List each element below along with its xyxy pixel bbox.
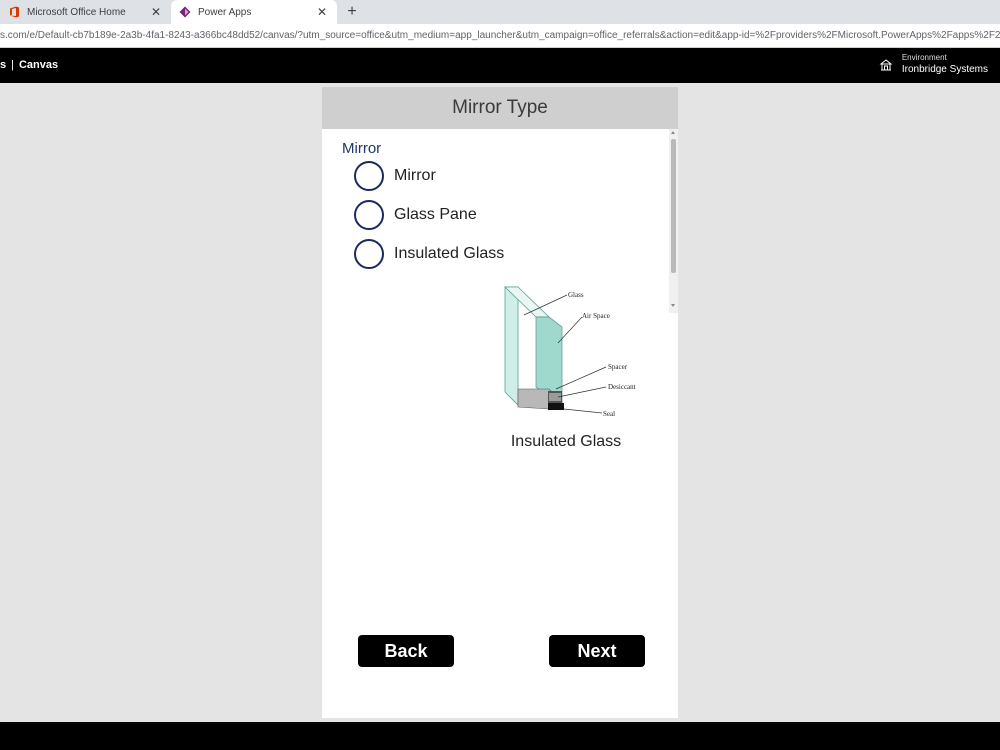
url-text[interactable]: s.com/e/Default-cb7b189e-2a3b-4fa1-8243-… [0, 24, 1000, 48]
image-caption: Insulated Glass [510, 433, 622, 450]
radio-circle[interactable] [354, 200, 384, 230]
powerapps-icon [179, 6, 191, 18]
scroll-up-icon[interactable] [671, 131, 675, 134]
environment-name: Ironbridge Systems [901, 64, 988, 75]
tab-title: Microsoft Office Home [27, 6, 126, 18]
diagram-label-seal: Seal [603, 410, 615, 418]
close-tab-icon[interactable]: ✕ [315, 5, 329, 19]
radio-label: Glass Pane [394, 206, 477, 223]
radio-label: Insulated Glass [394, 245, 505, 262]
environment-label: Environment [901, 53, 947, 62]
radio-label: Mirror [394, 167, 436, 184]
radio-option-insulated-glass[interactable]: Insulated Glass [354, 239, 504, 269]
back-button[interactable]: Back [358, 635, 454, 667]
next-button[interactable]: Next [549, 635, 645, 667]
radio-group-label: Mirror [342, 140, 382, 157]
radio-option-glass-pane[interactable]: Glass Pane [354, 200, 477, 230]
scrollbar-thumb[interactable] [671, 139, 676, 273]
address-bar[interactable]: s.com/e/Default-cb7b189e-2a3b-4fa1-8243-… [0, 24, 1000, 48]
browser-tab-strip: Microsoft Office Home ✕ Power Apps ✕ + [0, 0, 1000, 24]
radio-circle[interactable] [354, 239, 384, 269]
scroll-down-icon[interactable] [671, 304, 675, 307]
screen-title: Mirror Type [322, 87, 678, 129]
insulated-glass-diagram: Glass Air Space Spacer Desiccant Seal [504, 286, 636, 418]
close-tab-icon[interactable]: ✕ [149, 5, 163, 19]
tab-title: Power Apps [198, 6, 252, 18]
bottom-bar [0, 722, 1000, 750]
environment-labels: Environment Ironbridge Systems [902, 53, 988, 77]
tab-power-apps[interactable]: Power Apps ✕ [171, 0, 337, 24]
app-header: s | Canvas Environment Ironbridge Systems [0, 48, 1000, 83]
scrollbar[interactable] [669, 129, 678, 313]
radio-circle[interactable] [354, 161, 384, 191]
tab-microsoft-office-home[interactable]: Microsoft Office Home ✕ [0, 0, 171, 24]
office-icon [8, 6, 20, 18]
app-screen: Mirror Type Mirror Mirror Glass Pane Ins… [322, 87, 678, 718]
breadcrumb: s | Canvas [0, 48, 58, 83]
diagram-label-desiccant: Desiccant [608, 383, 636, 391]
breadcrumb-separator: | [11, 59, 14, 71]
diagram-label-spacer: Spacer [608, 363, 628, 371]
diagram-label-air-space: Air Space [582, 312, 610, 320]
breadcrumb-app[interactable]: s [0, 59, 6, 71]
diagram-label-glass: Glass [568, 291, 584, 299]
environment-icon [879, 58, 893, 72]
new-tab-button[interactable]: + [342, 2, 362, 22]
radio-option-mirror[interactable]: Mirror [354, 161, 436, 191]
breadcrumb-canvas[interactable]: Canvas [19, 59, 58, 71]
environment-picker[interactable]: Environment Ironbridge Systems [879, 53, 988, 77]
